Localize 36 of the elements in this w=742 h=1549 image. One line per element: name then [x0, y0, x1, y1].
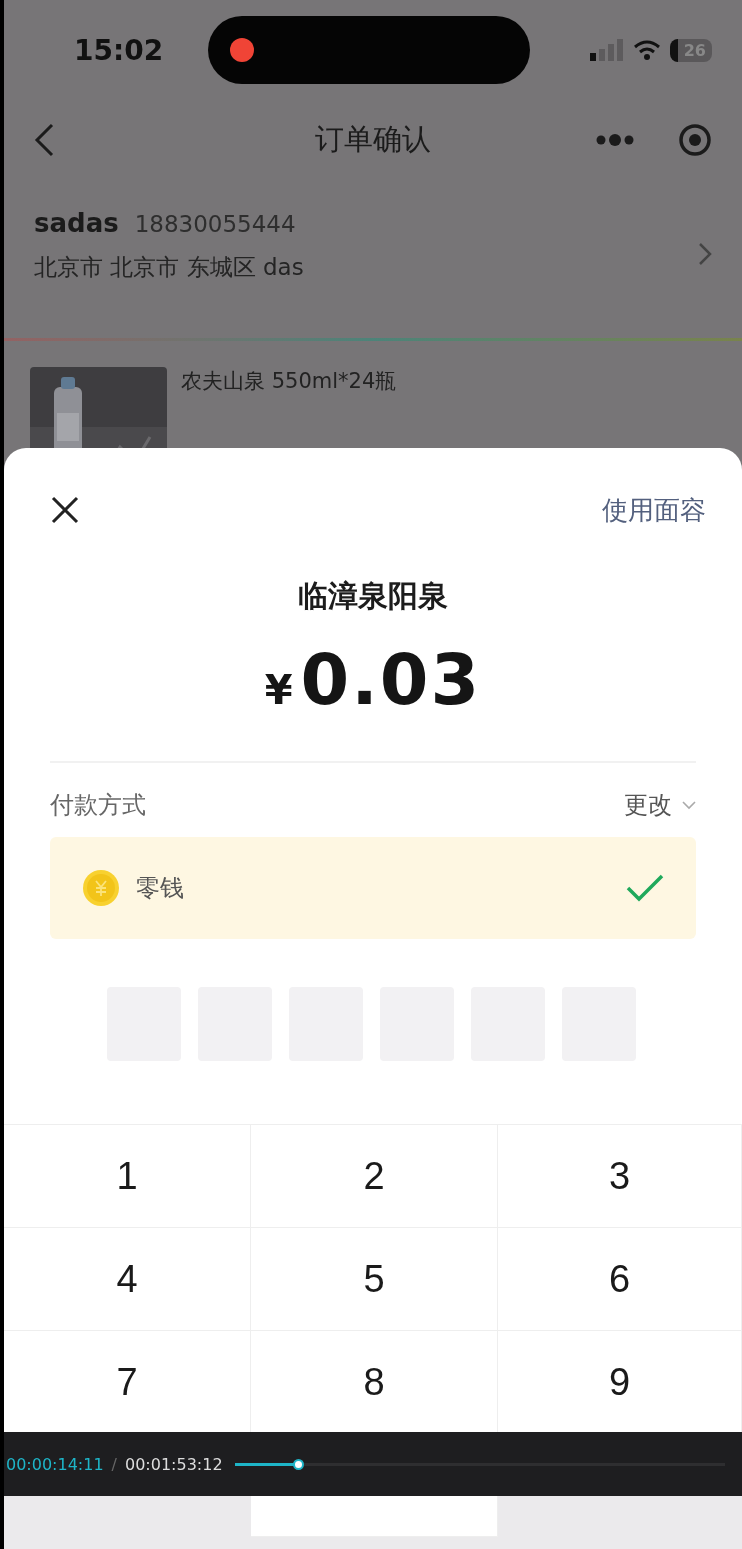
more-icon[interactable] [596, 134, 634, 146]
keypad-key[interactable]: 6 [498, 1228, 742, 1331]
keypad-key[interactable]: 8 [251, 1331, 498, 1434]
coin-icon [82, 869, 120, 907]
payment-method-label: 付款方式 [50, 790, 146, 821]
total-time: 00:01:53:12 [125, 1454, 223, 1474]
recipient-phone: 18830055444 [134, 211, 296, 237]
current-time: 00:00:14:11 [6, 1454, 104, 1474]
keypad-key[interactable]: 7 [4, 1331, 251, 1434]
chevron-right-icon[interactable] [698, 242, 712, 266]
checkmark-icon [626, 874, 664, 902]
keypad-key[interactable]: 1 [4, 1125, 251, 1228]
keypad-key[interactable]: 2 [251, 1125, 498, 1228]
currency-symbol: ¥ [264, 667, 293, 713]
signal-icon [589, 39, 624, 61]
face-id-link[interactable]: 使用面容 [596, 491, 712, 529]
product-title: 农夫山泉 550ml*24瓶 [181, 368, 397, 395]
payment-method-option[interactable]: 零钱 [50, 837, 696, 939]
keypad-key[interactable]: 4 [4, 1228, 251, 1331]
recipient-name: sadas [34, 208, 119, 238]
merchant-name: 临漳泉阳泉 [298, 578, 448, 613]
chevron-down-icon [682, 800, 696, 810]
keypad-key[interactable]: 3 [498, 1125, 742, 1228]
status-time: 15:02 [74, 33, 165, 67]
payment-amount: 0.03 [300, 639, 482, 721]
page-title: 订单确认 [315, 122, 431, 156]
change-button[interactable]: 更改 [624, 789, 696, 821]
close-button[interactable] [50, 494, 80, 525]
address-text: 北京市 北京市 东城区 das [34, 253, 304, 282]
back-icon[interactable] [34, 123, 54, 157]
time-separator: / [111, 1454, 117, 1474]
keypad-key[interactable]: 5 [251, 1228, 498, 1331]
keypad-key[interactable]: 9 [498, 1331, 742, 1434]
recording-dot-icon [230, 38, 254, 62]
wifi-icon [633, 40, 660, 60]
target-icon[interactable] [678, 123, 712, 157]
